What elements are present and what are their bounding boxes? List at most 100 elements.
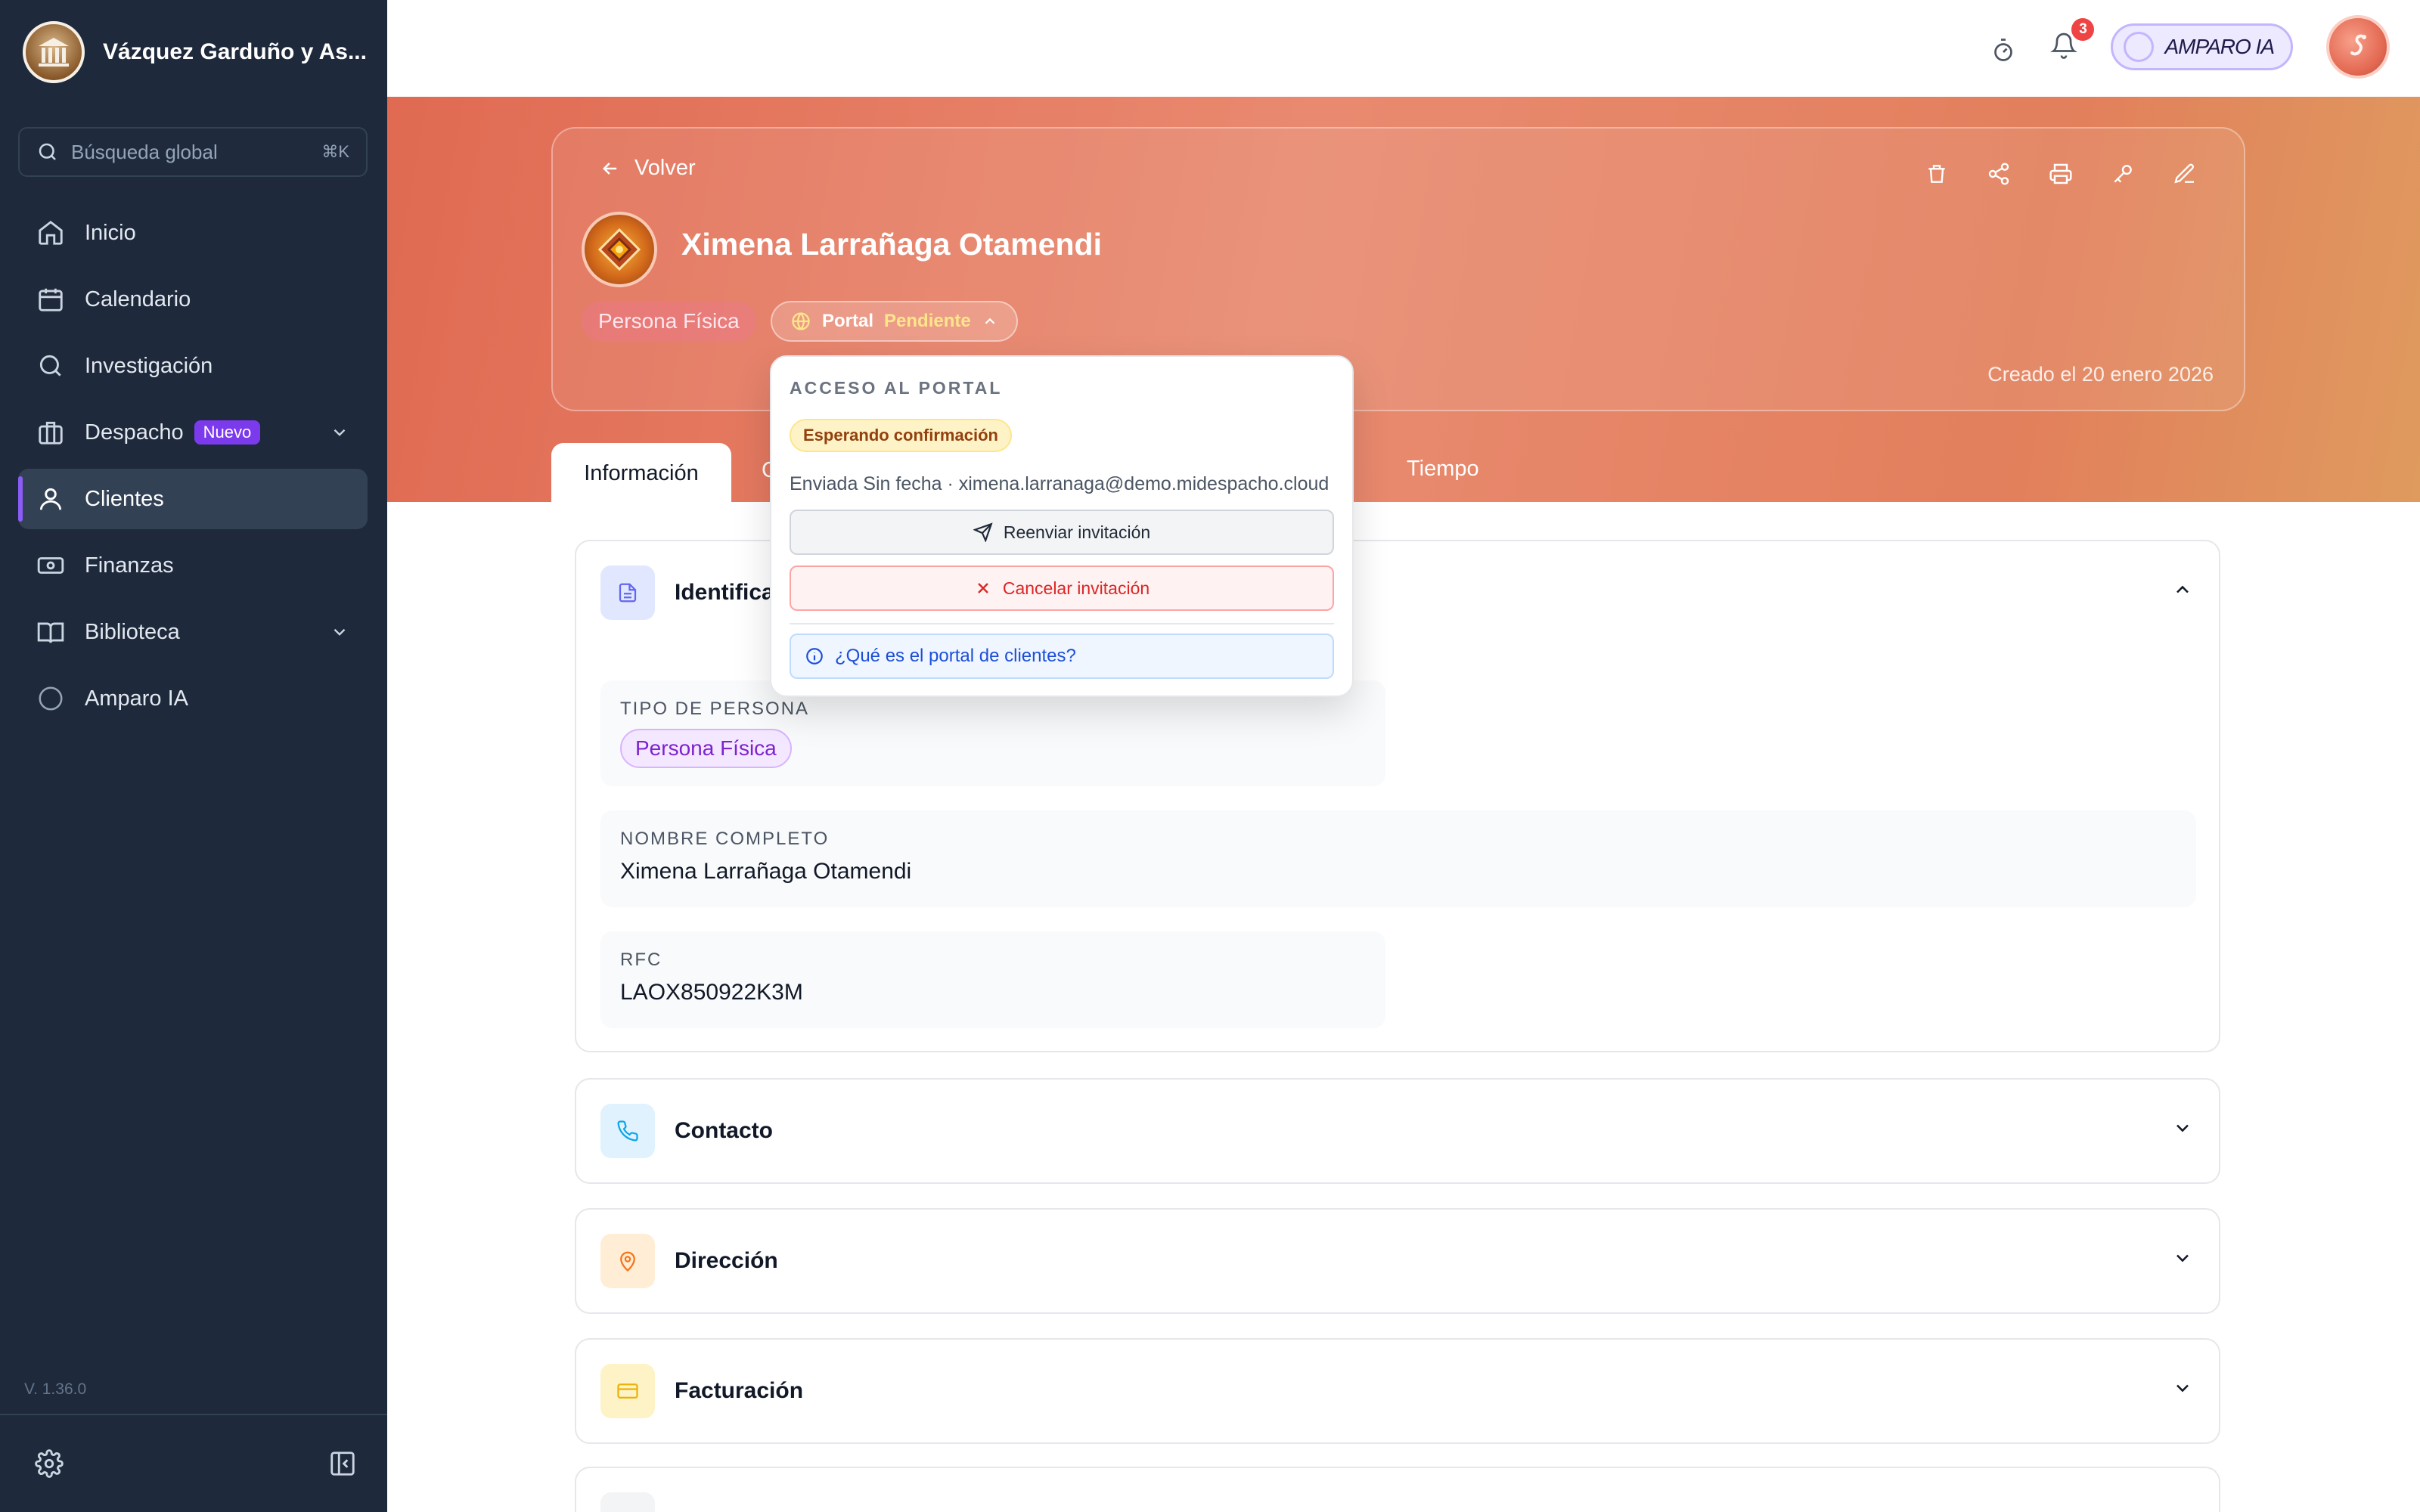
sidebar-item-inicio[interactable]: Inicio [18, 203, 368, 263]
credit-card-icon [600, 1364, 655, 1418]
close-icon [977, 583, 988, 593]
search-placeholder: Búsqueda global [71, 140, 218, 163]
cancel-invitation-button[interactable]: Cancelar invitación [790, 565, 1334, 611]
document-icon [600, 565, 655, 620]
field-label: NOMBRE COMPLETO [620, 829, 830, 849]
diamond-pattern-icon [597, 228, 641, 271]
section-header[interactable]: Facturación [600, 1364, 803, 1418]
sidebar-item-label: Investigación [85, 353, 213, 378]
search-icon [39, 355, 61, 376]
chevron-down-icon[interactable] [330, 423, 349, 442]
flamingo-icon [2350, 34, 2366, 56]
amparo-ia-button[interactable]: AMPARO IA [2111, 23, 2293, 70]
section-header[interactable]: Contacto [600, 1104, 773, 1158]
back-link[interactable]: Volver [600, 156, 696, 181]
section-title: Facturación [675, 1378, 804, 1403]
divider [790, 623, 1334, 624]
sidebar-item-finanzas[interactable]: Finanzas [18, 535, 368, 596]
portal-status-chip[interactable]: Portal Pendiente [771, 301, 1018, 342]
map-pin-icon [600, 1234, 655, 1288]
calendar-icon [39, 288, 63, 311]
field-rfc: RFC LAOX850922K3M [600, 931, 1385, 1028]
gear-icon[interactable] [35, 1449, 64, 1478]
sidebar-item-label: Biblioteca [85, 619, 180, 644]
popover-title: ACCESO AL PORTAL [790, 378, 1003, 398]
section-facturacion[interactable]: Facturación [575, 1338, 2220, 1444]
sidebar-item-label: Inicio [85, 220, 136, 245]
client-avatar [582, 212, 657, 287]
global-search[interactable]: Búsqueda global ⌘K [18, 127, 368, 177]
book-icon [37, 622, 64, 643]
section-title: Contacto [675, 1118, 773, 1143]
trash-icon[interactable] [1925, 162, 1949, 186]
sidebar-item-investigacion[interactable]: Investigación [18, 336, 368, 396]
portal-label: Portal [822, 311, 874, 331]
chevron-down-icon[interactable] [2172, 1377, 2193, 1399]
sidebar-item-calendario[interactable]: Calendario [18, 269, 368, 330]
field-value: Ximena Larrañaga Otamendi [620, 859, 912, 884]
chevron-down-icon[interactable] [2172, 1247, 2193, 1269]
sidebar-nav: Inicio Calendario Investigación Despacho… [18, 203, 368, 735]
chevron-up-icon [985, 318, 994, 324]
sidebar-item-amparo-ia[interactable]: Amparo IA [18, 668, 368, 729]
cancel-label: Cancelar invitación [1002, 578, 1150, 598]
send-icon [973, 522, 993, 542]
created-date: Creado el 20 enero 2026 [1987, 363, 2214, 386]
arrow-left-icon [603, 162, 617, 175]
info-icon [806, 648, 823, 665]
printer-icon[interactable] [2049, 162, 2073, 186]
resend-invitation-button[interactable]: Reenviar invitación [790, 510, 1334, 555]
section-next-partial[interactable] [575, 1467, 2220, 1512]
client-actions [1925, 162, 2197, 186]
sidebar-item-biblioteca[interactable]: Biblioteca [18, 602, 368, 662]
notification-count: 3 [2071, 17, 2095, 41]
top-actions: 3 AMPARO IA [1990, 15, 2390, 79]
back-label: Volver [634, 156, 696, 180]
section-title: Dirección [675, 1248, 778, 1273]
user-avatar[interactable] [2326, 15, 2390, 79]
firm-brand[interactable]: Vázquez Garduño y As... [23, 21, 367, 83]
portal-status: Pendiente [884, 311, 971, 331]
tab-informacion[interactable]: Información [551, 443, 731, 503]
chevron-up-icon[interactable] [2172, 579, 2193, 600]
section-contacto[interactable]: Contacto [575, 1078, 2220, 1184]
chevron-down-icon[interactable] [330, 622, 349, 642]
user-icon [39, 488, 62, 510]
portal-access-popover: ACCESO AL PORTAL Esperando confirmación … [770, 355, 1354, 697]
field-label: TIPO DE PERSONA [620, 699, 810, 719]
ai-label: AMPARO IA [2164, 35, 2275, 58]
section-title: Identifica [675, 580, 774, 605]
chevron-down-icon[interactable] [2172, 1117, 2193, 1139]
new-badge: Nuevo [194, 420, 261, 445]
edit-icon[interactable] [2173, 162, 2197, 186]
money-icon [37, 557, 64, 574]
home-icon [39, 220, 63, 245]
resend-label: Reenviar invitación [1003, 522, 1151, 542]
timer-icon[interactable] [1990, 36, 2017, 64]
section-header[interactable]: Identifica [600, 565, 774, 620]
info-label: ¿Qué es el portal de clientes? [835, 646, 1076, 666]
sidebar-item-label: Calendario [85, 287, 191, 311]
notifications[interactable]: 3 [2050, 17, 2095, 63]
section-header[interactable] [600, 1492, 655, 1512]
sidebar-item-clientes[interactable]: Clientes [18, 469, 368, 529]
share-icon[interactable] [1987, 162, 2011, 186]
tab-tiempo[interactable]: Tiempo [1407, 457, 1479, 482]
portal-info-link[interactable]: ¿Qué es el portal de clientes? [790, 634, 1334, 679]
section-icon [600, 1492, 655, 1512]
sidebar-item-label-wrap: Despacho Nuevo [85, 420, 310, 445]
app-version: V. 1.36.0 [24, 1380, 87, 1398]
sidebar-item-despacho[interactable]: Despacho Nuevo [18, 402, 368, 463]
top-bar: 3 AMPARO IA [387, 0, 2420, 97]
search-icon [39, 143, 56, 160]
key-icon[interactable] [2111, 162, 2135, 186]
client-content: Identifica TIPO DE PERSONA Persona Físic… [387, 502, 2420, 1512]
search-shortcut: ⌘K [321, 142, 349, 161]
globe-icon [792, 312, 810, 330]
field-label: RFC [620, 950, 662, 970]
sidebar-footer [0, 1414, 387, 1512]
section-header[interactable]: Dirección [600, 1234, 778, 1288]
section-direccion[interactable]: Dirección [575, 1208, 2220, 1314]
collapse-sidebar-icon[interactable] [328, 1449, 357, 1478]
invitation-status-badge: Esperando confirmación [790, 419, 1012, 452]
